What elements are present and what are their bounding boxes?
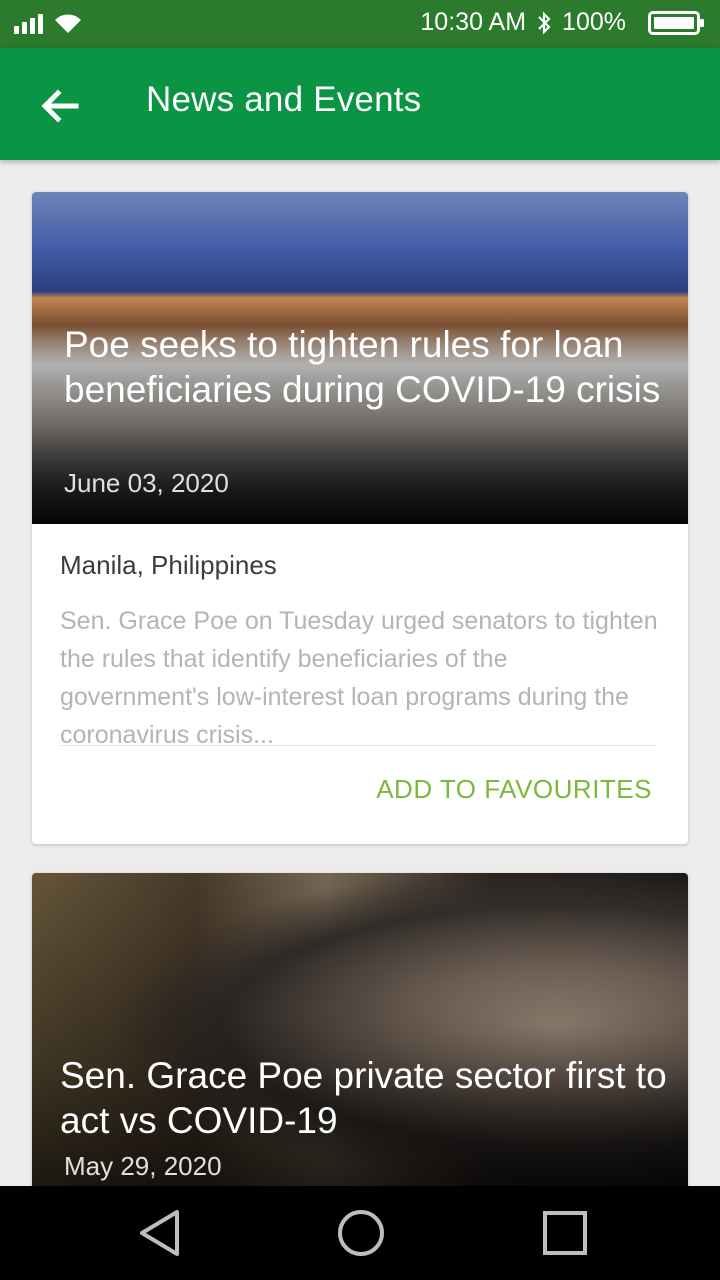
divider	[60, 745, 656, 746]
square-recents-icon[interactable]	[540, 1208, 590, 1258]
news-card[interactable]: Sen. Grace Poe private sector first to a…	[32, 873, 688, 1213]
signal-icon	[14, 14, 43, 34]
news-location: Manila, Philippines	[60, 550, 277, 580]
triangle-back-icon[interactable]	[136, 1208, 186, 1258]
page-title: News and Events	[146, 80, 422, 119]
add-to-favourites-button[interactable]: ADD TO FAVOURITES	[376, 774, 652, 805]
status-time: 10:30 AM	[420, 8, 527, 36]
battery-percent: 100%	[562, 8, 626, 36]
news-card[interactable]: Poe seeks to tighten rules for loan bene…	[32, 192, 688, 844]
bluetooth-icon	[538, 10, 551, 35]
battery-icon	[648, 10, 704, 35]
news-title: Sen. Grace Poe private sector first to a…	[60, 1055, 667, 1141]
status-right: 10:30 AM 100%	[420, 8, 704, 37]
status-left	[14, 12, 83, 34]
news-image[interactable]: Poe seeks to tighten rules for loan bene…	[32, 192, 688, 524]
navigation-bar	[0, 1186, 720, 1280]
news-date: June 03, 2020	[64, 468, 229, 498]
status-bar: 10:30 AM 100%	[0, 0, 720, 48]
news-date: May 29, 2020	[64, 1151, 222, 1181]
news-image[interactable]: Sen. Grace Poe private sector first to a…	[32, 873, 688, 1213]
news-excerpt: Sen. Grace Poe on Tuesday urged senators…	[60, 607, 658, 749]
circle-home-icon[interactable]	[336, 1208, 386, 1258]
arrow-left-icon[interactable]	[36, 82, 84, 130]
news-title: Poe seeks to tighten rules for loan bene…	[64, 324, 661, 410]
app-bar: News and Events	[0, 48, 720, 160]
wifi-icon	[55, 14, 81, 33]
battery-fill	[654, 16, 694, 29]
